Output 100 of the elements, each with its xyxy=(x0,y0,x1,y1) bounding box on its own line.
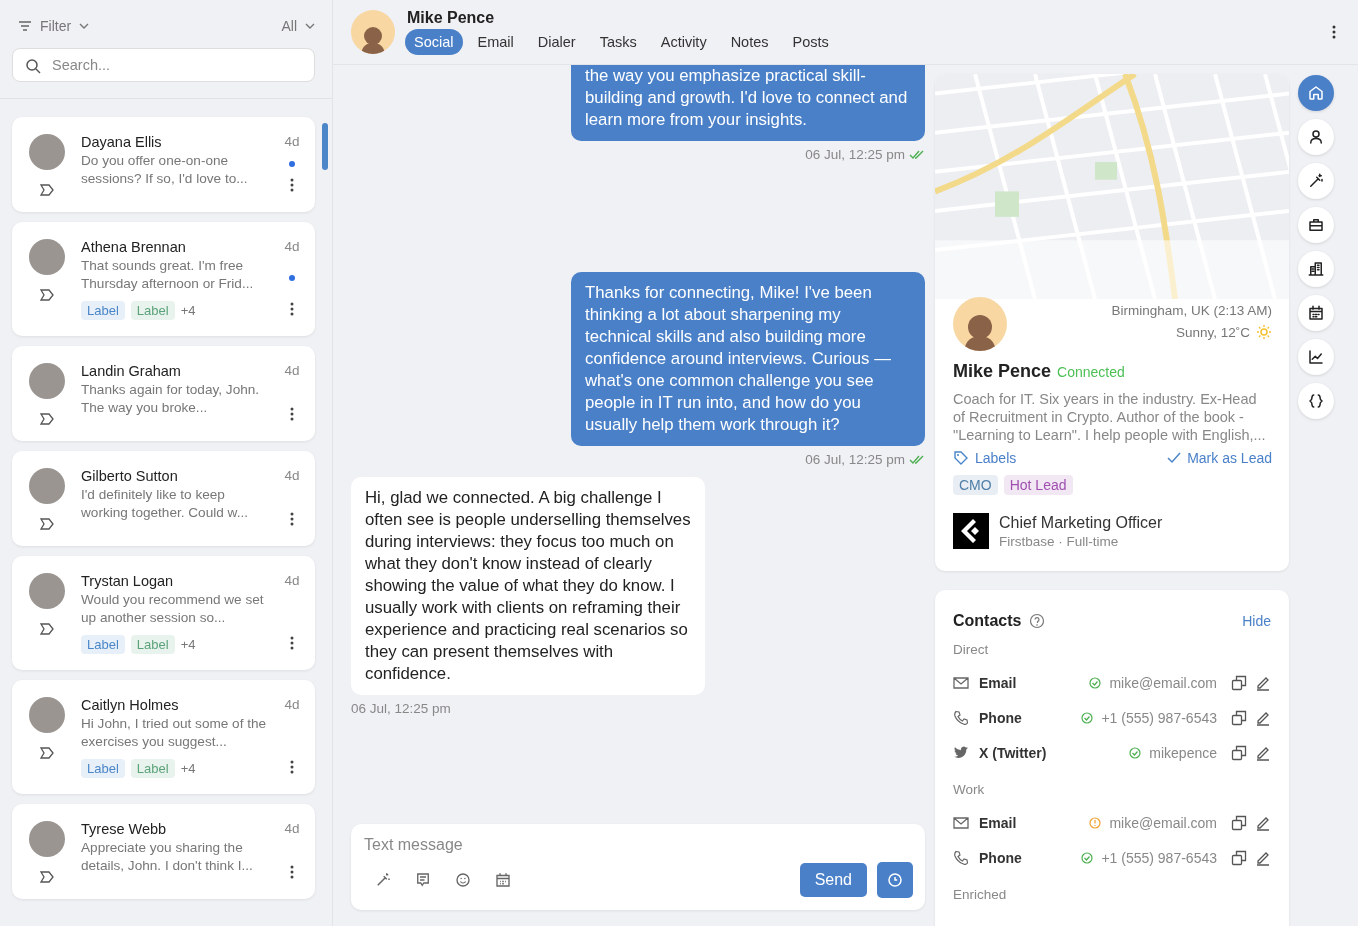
conversation-card[interactable]: Gilberto Sutton I'd definitely like to keep working together. Could w... 4d xyxy=(12,451,315,546)
avatar xyxy=(29,363,65,399)
avatar xyxy=(29,239,65,275)
mark-as-lead-link[interactable]: Mark as Lead xyxy=(1167,450,1272,466)
message-icon[interactable] xyxy=(414,871,432,889)
avatar xyxy=(29,134,65,170)
bird-icon xyxy=(953,745,969,760)
conversation-card[interactable]: Caitlyn Holmes Hi John, I tried out some of the exercises you suggest... Label Label +4 4d xyxy=(12,680,315,794)
send-button[interactable]: Send xyxy=(799,863,867,897)
briefcase-icon xyxy=(1306,216,1325,234)
conversation-card[interactable]: Trystan Logan Would you recommend we set up another session so... Label Label +4 4d xyxy=(12,556,315,670)
tag-icon xyxy=(40,184,54,196)
timestamp: 4d xyxy=(284,363,300,378)
hide-link[interactable]: Hide xyxy=(1242,613,1271,629)
wand-button[interactable] xyxy=(1297,163,1334,199)
avatar xyxy=(29,697,65,733)
check-icon xyxy=(1167,452,1182,464)
magic-wand-icon[interactable] xyxy=(374,871,392,889)
scope-dropdown[interactable]: All xyxy=(281,18,315,34)
search-field[interactable]: Search... xyxy=(12,48,315,82)
person-button[interactable] xyxy=(1297,119,1334,155)
message-bubble: Hi, glad we connected. A big challenge I often see is people underselling themselves during interviews: they focus too much on what they don't know instead of clearly showing the value of what they do know. I usually work with clients on reframing their experience and practicing real scenarios so they can present themselves with confidence. xyxy=(351,477,705,695)
conversation-card[interactable]: Dayana Ellis Do you offer one-on-one sessions? If so, I'd love to... 4d xyxy=(12,117,315,212)
tab[interactable]: Tasks xyxy=(590,29,646,55)
braces-button[interactable] xyxy=(1297,383,1334,419)
avatar xyxy=(29,573,65,609)
group-label: Work xyxy=(953,782,986,797)
conversation-card[interactable]: Landin Graham Thanks again for today, John. The way you broke... 4d xyxy=(12,346,315,441)
tab[interactable]: Notes xyxy=(721,29,778,55)
chart-button[interactable] xyxy=(1297,339,1334,375)
timestamp: 4d xyxy=(284,697,300,712)
calendar-button[interactable] xyxy=(1297,295,1334,331)
more-options-icon[interactable] xyxy=(290,760,294,774)
label-tag: Label xyxy=(130,301,175,320)
location-text: Birmingham, UK (2:13 AM) xyxy=(1111,303,1272,318)
message-preview: That sounds great. I'm free Thursday afternoon or Frid... xyxy=(81,257,255,293)
timestamp: 4d xyxy=(284,239,300,254)
more-options-icon[interactable] xyxy=(290,636,294,650)
contact-name: Dayana Ellis xyxy=(81,134,163,150)
contact-name: Caitlyn Holmes xyxy=(81,697,180,713)
more-options-icon[interactable] xyxy=(1332,25,1336,39)
contact-type: Phone xyxy=(979,709,1022,726)
filter-dropdown[interactable]: Filter xyxy=(18,18,90,34)
copy-icon[interactable] xyxy=(1231,814,1247,831)
contact-value: +1 (555) 987-6543 xyxy=(1101,709,1217,726)
tag-icon xyxy=(40,623,54,635)
help-icon[interactable] xyxy=(1029,613,1046,629)
copy-icon[interactable] xyxy=(1231,849,1247,866)
conversation-card[interactable]: Tyrese Webb Appreciate you sharing the details, John. I don't think I... 4d xyxy=(12,804,315,899)
filter-icon xyxy=(18,20,32,32)
calendar-icon[interactable] xyxy=(494,871,512,889)
message-preview: Do you offer one-on-one sessions? If so, I'd love to... xyxy=(81,152,249,188)
briefcase-button[interactable] xyxy=(1297,207,1334,243)
chevron-down-icon xyxy=(79,23,90,29)
tab[interactable]: Dialer xyxy=(528,29,585,55)
home-button[interactable] xyxy=(1297,75,1334,111)
message-preview: Hi John, I tried out some of the exercises you suggest... xyxy=(81,715,267,751)
copy-icon[interactable] xyxy=(1231,674,1247,691)
building-button[interactable] xyxy=(1297,251,1334,287)
contact-name: Tyrese Webb xyxy=(81,821,168,837)
tag-icon xyxy=(40,747,54,759)
tab[interactable]: Posts xyxy=(783,29,838,55)
phone-icon xyxy=(953,709,969,726)
emoji-icon[interactable] xyxy=(454,871,472,889)
tag: Hot Lead xyxy=(1003,475,1073,495)
contact-value: mike@email.com xyxy=(1109,674,1217,691)
tab[interactable]: Activity xyxy=(651,29,716,55)
label-tag: Label xyxy=(130,759,175,778)
timestamp: 4d xyxy=(284,468,300,483)
avatar xyxy=(29,821,65,857)
contact-name: Mike Pence xyxy=(407,9,496,27)
label-tag: Label xyxy=(81,759,125,778)
labels-link[interactable]: Labels xyxy=(953,450,1017,466)
contact-name: Trystan Logan xyxy=(81,573,175,589)
tab[interactable]: Email xyxy=(468,29,523,55)
job-title: Chief Marketing Officer xyxy=(999,513,1163,532)
tab[interactable]: Social xyxy=(405,29,463,55)
copy-icon[interactable] xyxy=(1231,744,1247,761)
chevron-down-icon xyxy=(305,23,315,29)
message-preview: Appreciate you sharing the details, John. I don't think I... xyxy=(81,839,254,875)
contact-value: mike@email.com xyxy=(1109,814,1217,831)
timestamp: 4d xyxy=(284,134,300,149)
scrollbar[interactable] xyxy=(322,123,328,170)
envelope-icon xyxy=(953,815,969,830)
contact-name: Landin Graham xyxy=(81,363,182,379)
schedule-button[interactable] xyxy=(877,862,913,898)
more-options-icon[interactable] xyxy=(290,178,294,192)
tag-icon xyxy=(40,413,54,425)
message-preview: Would you recommend we set up another session so... xyxy=(81,591,265,627)
conversation-card[interactable]: Athena Brennan That sounds great. I'm free Thursday afternoon or Frid... Label Label +4 4d xyxy=(12,222,315,336)
copy-icon[interactable] xyxy=(1231,709,1247,726)
calendar-icon xyxy=(1306,304,1325,322)
more-labels-count: +4 xyxy=(180,761,196,776)
building-icon xyxy=(1306,260,1325,278)
more-labels-count: +4 xyxy=(180,637,196,652)
more-options-icon[interactable] xyxy=(290,302,294,316)
envelope-icon xyxy=(953,675,969,690)
more-options-icon[interactable] xyxy=(290,512,294,526)
more-options-icon[interactable] xyxy=(290,407,294,421)
more-options-icon[interactable] xyxy=(290,865,294,879)
